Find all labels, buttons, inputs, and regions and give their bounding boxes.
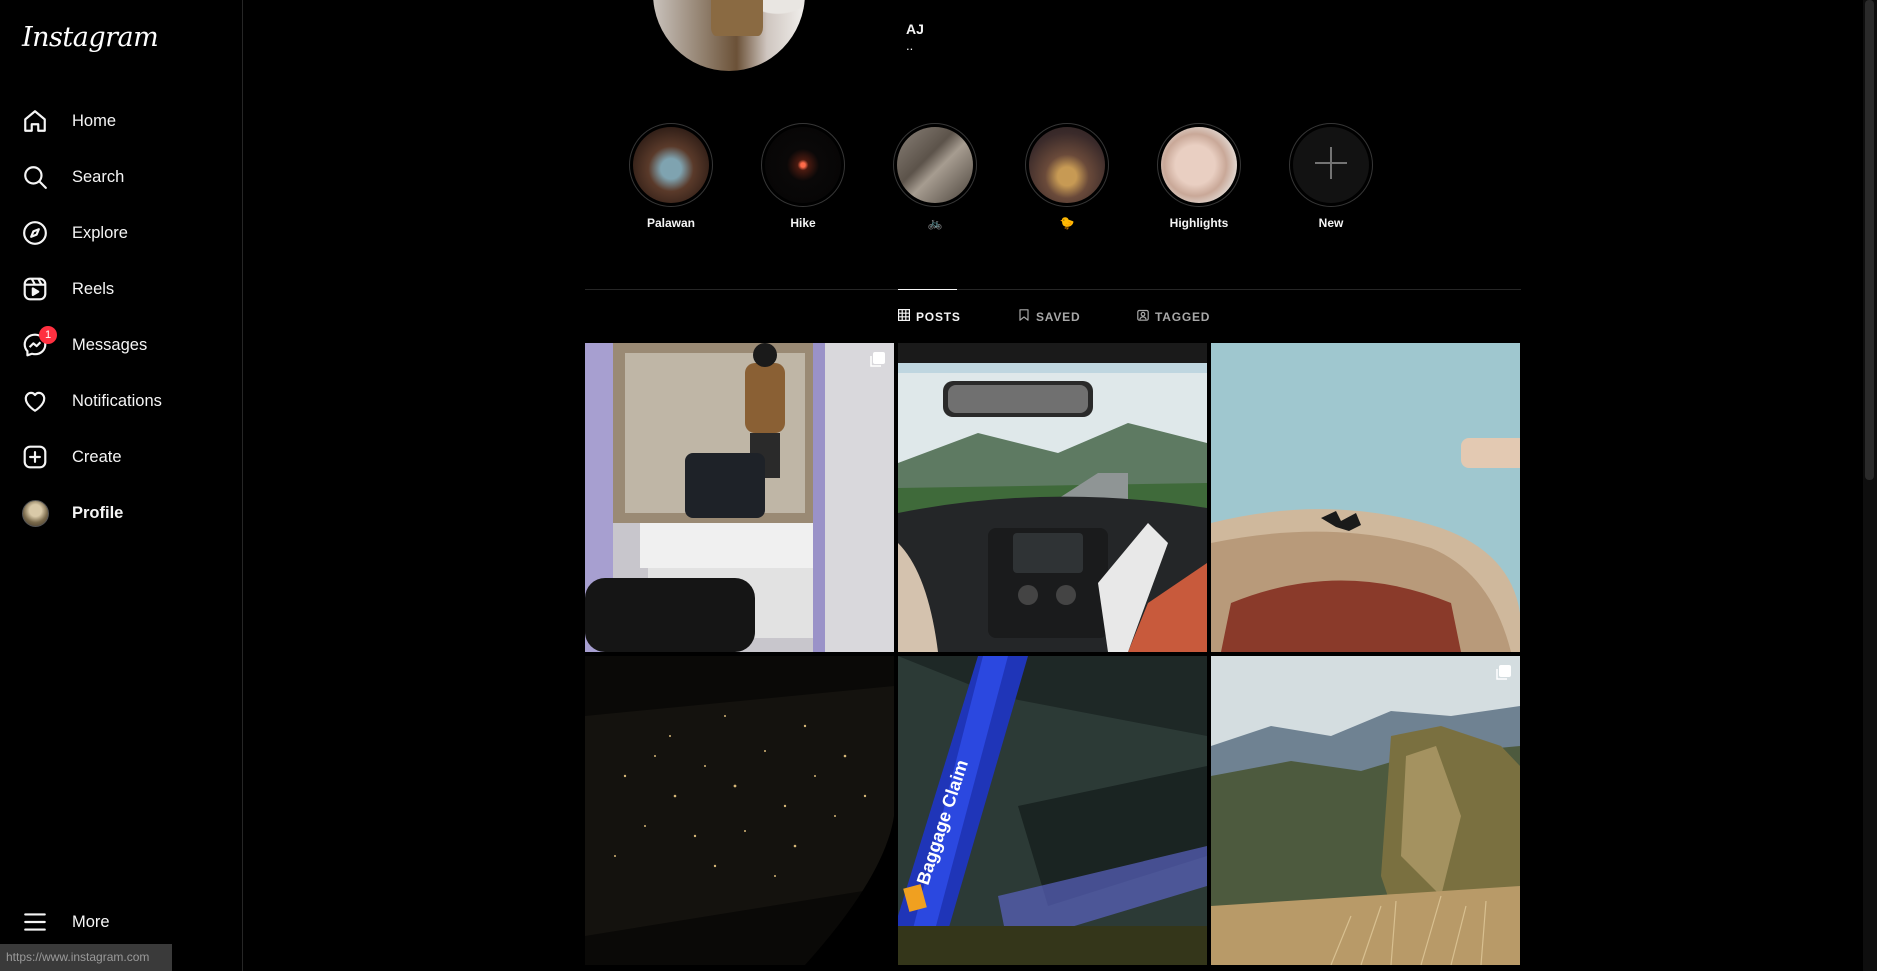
multiple-photos-icon: [869, 352, 885, 368]
sidebar: Instagram Home Search Explore Reels 1 Me…: [0, 0, 243, 971]
nav-home[interactable]: Home: [12, 97, 230, 145]
plus-square-icon: [21, 443, 49, 471]
post-cap-sky[interactable]: [1211, 343, 1520, 652]
hamburger-menu-icon: [21, 908, 49, 936]
search-icon: [21, 163, 49, 191]
profile-bio: ..: [906, 38, 914, 53]
post-city-night[interactable]: [585, 656, 894, 965]
bookmark-icon: [1018, 309, 1030, 324]
tab-tagged-label: TAGGED: [1155, 309, 1211, 324]
tabs-divider: [585, 289, 1521, 290]
nav-reels-label: Reels: [72, 279, 115, 298]
nav-create[interactable]: Create: [12, 433, 230, 481]
nav-more[interactable]: More: [12, 898, 230, 946]
post-mountain-cliff[interactable]: [1211, 656, 1520, 965]
scrollbar-thumb[interactable]: [1865, 0, 1874, 480]
highlight-label: Palawan: [646, 216, 696, 230]
highlight-label: 🚲: [927, 216, 943, 230]
tab-tagged[interactable]: TAGGED: [1137, 309, 1210, 324]
nav-search-label: Search: [72, 167, 125, 186]
nav-explore-label: Explore: [72, 223, 128, 242]
post-car-dashboard[interactable]: [898, 343, 1207, 652]
nav-messages-label: Messages: [72, 335, 148, 354]
instagram-logo[interactable]: Instagram: [22, 22, 159, 53]
highlight-bike[interactable]: 🚲: [890, 123, 980, 230]
messenger-icon: 1: [21, 326, 57, 359]
highlight-palawan[interactable]: Palawan: [626, 123, 716, 230]
highlight-highlights[interactable]: Highlights: [1154, 123, 1244, 230]
tag-icon: [1137, 309, 1149, 324]
home-icon: [21, 107, 49, 135]
nav-create-label: Create: [72, 447, 122, 466]
nav-profile-label: Profile: [72, 503, 124, 522]
highlight-hike[interactable]: Hike: [758, 123, 848, 230]
highlight-label: Hike: [790, 216, 816, 230]
nav-more-label: More: [72, 912, 110, 931]
tab-saved[interactable]: SAVED: [1018, 309, 1080, 324]
post-mirror-selfie[interactable]: [585, 343, 894, 652]
status-url-tooltip: https://www.instagram.com: [0, 944, 172, 971]
nav-notifications[interactable]: Notifications: [12, 377, 230, 425]
post-baggage-claim[interactable]: Baggage Claim: [898, 656, 1207, 965]
nav-notifications-label: Notifications: [72, 391, 162, 410]
tab-posts-label: POSTS: [916, 309, 961, 324]
nav-messages[interactable]: 1 Messages: [12, 321, 230, 369]
highlight-label: 🐤: [1059, 216, 1075, 230]
nav-home-label: Home: [72, 111, 117, 130]
highlight-chick[interactable]: 🐤: [1022, 123, 1112, 230]
active-tab-indicator: [898, 289, 957, 290]
multiple-photos-icon: [1495, 665, 1511, 681]
reels-icon: [21, 275, 49, 303]
nav-search[interactable]: Search: [12, 153, 230, 201]
highlight-label: Highlights: [1169, 216, 1229, 230]
grid-icon: [898, 309, 911, 324]
tab-posts[interactable]: POSTS: [898, 309, 961, 324]
nav-profile[interactable]: Profile: [12, 489, 230, 537]
compass-icon: [21, 219, 49, 247]
heart-icon: [21, 387, 49, 415]
plus-icon: [1311, 143, 1351, 188]
nav-explore[interactable]: Explore: [12, 209, 230, 257]
nav-reels[interactable]: Reels: [12, 265, 230, 313]
profile-avatar: [21, 499, 49, 527]
messages-badge: 1: [39, 326, 57, 344]
profile-name: AJ: [906, 21, 924, 37]
profile-picture[interactable]: [653, 0, 805, 71]
highlight-label: New: [1318, 216, 1344, 230]
tab-saved-label: SAVED: [1036, 309, 1081, 324]
scrollbar[interactable]: [1863, 0, 1877, 971]
highlight-new[interactable]: New: [1286, 123, 1376, 230]
